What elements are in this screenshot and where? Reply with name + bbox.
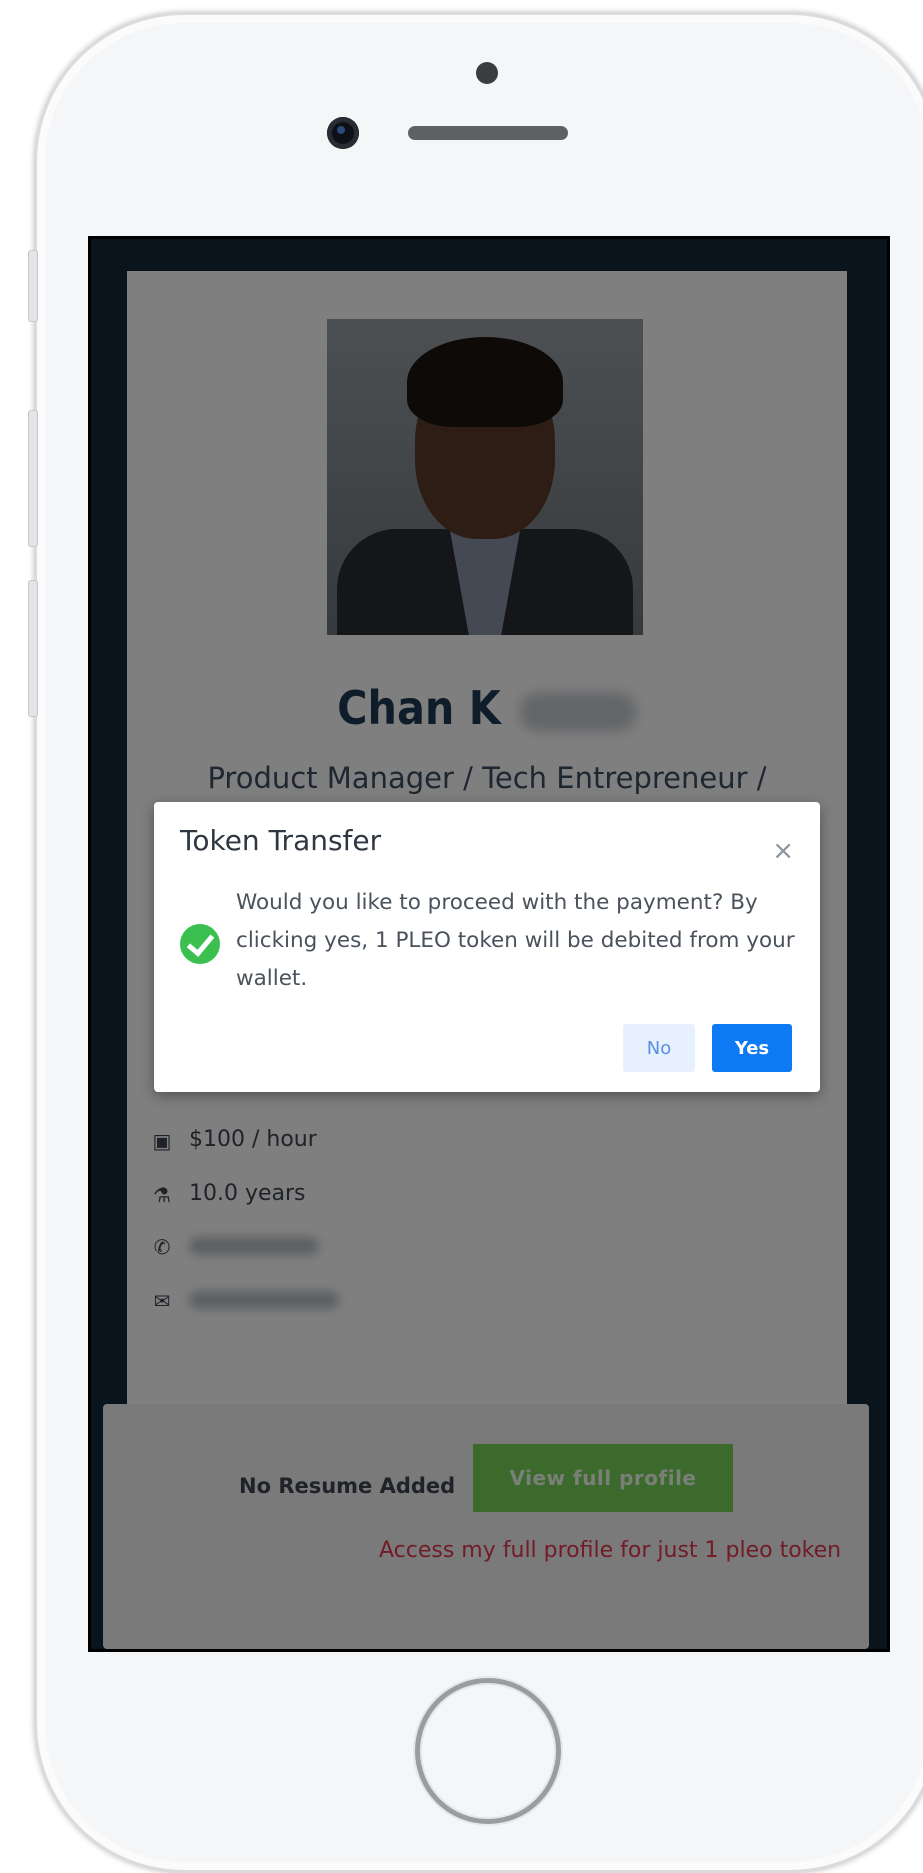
close-icon[interactable]: × [772,836,794,866]
volume-down-button [28,580,38,717]
token-transfer-modal: Token Transfer × Would you like to proce… [154,802,820,1092]
front-camera-icon [327,117,359,149]
modal-title: Token Transfer [180,824,382,857]
yes-button[interactable]: Yes [712,1024,792,1072]
no-button[interactable]: No [623,1024,695,1072]
proximity-sensor [476,62,498,84]
modal-message: Would you like to proceed with the payme… [236,890,795,991]
home-button[interactable] [415,1678,561,1824]
phone-screen: Chan K Product Manager / Tech Entreprene… [88,236,890,1652]
check-circle-icon [180,924,220,964]
mute-switch [28,250,38,322]
earpiece-speaker [408,126,568,140]
volume-up-button [28,410,38,547]
